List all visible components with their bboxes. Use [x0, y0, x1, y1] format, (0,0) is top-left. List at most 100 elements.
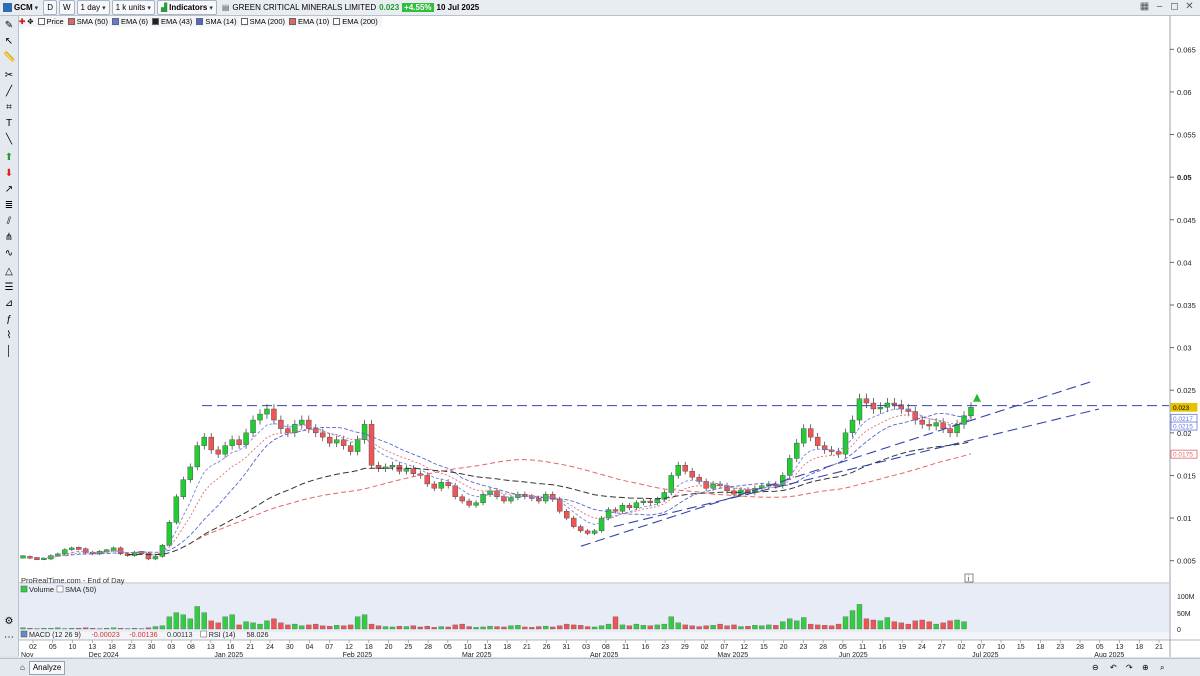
- minimize-icon[interactable]: –: [1153, 0, 1166, 13]
- volume-bar: [390, 627, 395, 629]
- trendline-red-icon[interactable]: ╱: [3, 86, 15, 98]
- settings-icon[interactable]: ⚙: [3, 616, 15, 628]
- x-day-label: 13: [88, 644, 96, 651]
- search-icon[interactable]: ⌕: [1160, 663, 1164, 673]
- chart-area[interactable]: 0.0650.060.0550.050.0450.040.0350.030.02…: [19, 16, 1200, 657]
- fan-icon[interactable]: ⊿: [3, 298, 15, 310]
- candle: [230, 440, 235, 446]
- x-month-label: Feb 2025: [343, 652, 373, 657]
- volume-bar: [745, 626, 750, 629]
- analyze-button[interactable]: Analyze: [29, 661, 65, 675]
- volume-bar: [411, 626, 416, 629]
- legend-item[interactable]: EMA (6): [112, 17, 148, 26]
- volume-swatch: [21, 586, 27, 592]
- x-day-label: 10: [464, 644, 472, 651]
- line-icon[interactable]: ╲: [3, 134, 15, 146]
- fx-icon[interactable]: ƒ: [3, 314, 15, 326]
- pencil-icon[interactable]: ✎: [3, 20, 15, 32]
- legend-item[interactable]: EMA (200): [333, 17, 377, 26]
- x-day-label: 07: [721, 644, 729, 651]
- home-icon[interactable]: ⌂: [20, 663, 25, 672]
- indicators-button[interactable]: ▟Indicators▾: [157, 0, 217, 15]
- scissors-icon[interactable]: ✂: [3, 70, 15, 82]
- legend-item[interactable]: Price: [38, 17, 64, 26]
- arrow-up-icon[interactable]: ⬆: [3, 152, 15, 164]
- cursor-icon[interactable]: ↖: [3, 36, 15, 48]
- volume-bar: [850, 611, 855, 629]
- y-tick-label: 0.04: [1177, 258, 1192, 267]
- volume-bar: [557, 626, 562, 629]
- pitchfork-icon[interactable]: ⋔: [3, 232, 15, 244]
- volume-bar: [432, 627, 437, 629]
- candle: [836, 452, 841, 455]
- redo-icon[interactable]: ↷: [1126, 663, 1133, 672]
- arrow-down-icon[interactable]: ⬇: [3, 168, 15, 180]
- macd-legend-text: -0.00023: [91, 630, 119, 639]
- volume-bar: [606, 624, 611, 629]
- volume-bar: [697, 627, 702, 629]
- candle: [62, 550, 67, 554]
- legend-item[interactable]: SMA (50): [68, 17, 108, 26]
- x-month-label: Mar 2025: [462, 652, 492, 657]
- candle: [167, 522, 172, 545]
- zoom-in-icon[interactable]: ⊕: [1142, 663, 1149, 672]
- arrow-diag-icon[interactable]: ↗: [3, 184, 15, 196]
- y-tick-label: 0.03: [1177, 344, 1192, 353]
- volume-bar: [620, 625, 625, 629]
- x-day-label: 21: [246, 644, 254, 651]
- candle: [390, 465, 395, 467]
- candle: [69, 548, 74, 550]
- volume-bar: [738, 627, 743, 629]
- ruler-icon[interactable]: 📏: [3, 52, 15, 64]
- price-chart-svg[interactable]: 0.0650.060.0550.050.0450.040.0350.030.02…: [19, 16, 1200, 657]
- triangle-icon[interactable]: △: [3, 266, 15, 278]
- candle: [188, 467, 193, 480]
- macd-swatch: [21, 631, 27, 637]
- legend-item[interactable]: EMA (43): [152, 17, 192, 26]
- legend-item[interactable]: SMA (200): [241, 17, 285, 26]
- vertical-line-icon[interactable]: │: [3, 346, 15, 358]
- units-dropdown[interactable]: 1 k units▾: [112, 0, 155, 15]
- candle: [641, 501, 646, 503]
- volume-bar: [585, 627, 590, 629]
- x-day-label: 16: [879, 644, 887, 651]
- toolbox-icon[interactable]: ▦: [1138, 0, 1151, 13]
- symbol-selector[interactable]: GCM▾: [0, 1, 41, 14]
- candle: [202, 437, 207, 446]
- volume-bar: [808, 624, 813, 629]
- candle: [599, 518, 604, 531]
- volume-bar: [794, 621, 799, 629]
- daily-button[interactable]: D: [43, 0, 57, 15]
- text-icon[interactable]: T: [3, 118, 15, 130]
- candle: [634, 503, 639, 508]
- legend-item[interactable]: EMA (10): [289, 17, 329, 26]
- levels-icon[interactable]: ☰: [3, 282, 15, 294]
- measure-icon[interactable]: ⌗: [3, 102, 15, 114]
- close-icon[interactable]: ✕: [1183, 0, 1196, 13]
- candle: [787, 458, 792, 475]
- volume-sma-swatch: [57, 586, 63, 592]
- candle: [432, 484, 437, 488]
- volume-bar: [801, 618, 806, 629]
- volume-bar: [766, 625, 771, 629]
- wave-icon[interactable]: ∿: [3, 248, 15, 260]
- candle: [467, 501, 472, 505]
- zoom-out-icon[interactable]: ⊖: [1092, 663, 1099, 672]
- undo-icon[interactable]: ↶: [1110, 663, 1117, 672]
- legend-add[interactable]: ✚✥: [19, 17, 34, 26]
- timeframe-dropdown[interactable]: 1 day▾: [77, 0, 110, 15]
- more-icon[interactable]: ⋯: [3, 632, 15, 644]
- node-icon[interactable]: ⌇: [3, 330, 15, 342]
- fibonacci-icon[interactable]: ≣: [3, 200, 15, 212]
- volume-bar: [55, 628, 60, 629]
- volume-bar: [543, 626, 548, 629]
- y-tick-label: 0.005: [1177, 557, 1196, 566]
- legend-swatch: [68, 18, 75, 25]
- weekly-button[interactable]: W: [59, 0, 75, 15]
- volume-bar: [871, 620, 876, 629]
- channel-icon[interactable]: ⫽: [3, 216, 15, 228]
- x-day-label: 23: [661, 644, 669, 651]
- restore-icon[interactable]: ◻: [1168, 0, 1181, 13]
- candle: [948, 429, 953, 433]
- legend-item[interactable]: SMA (14): [196, 17, 236, 26]
